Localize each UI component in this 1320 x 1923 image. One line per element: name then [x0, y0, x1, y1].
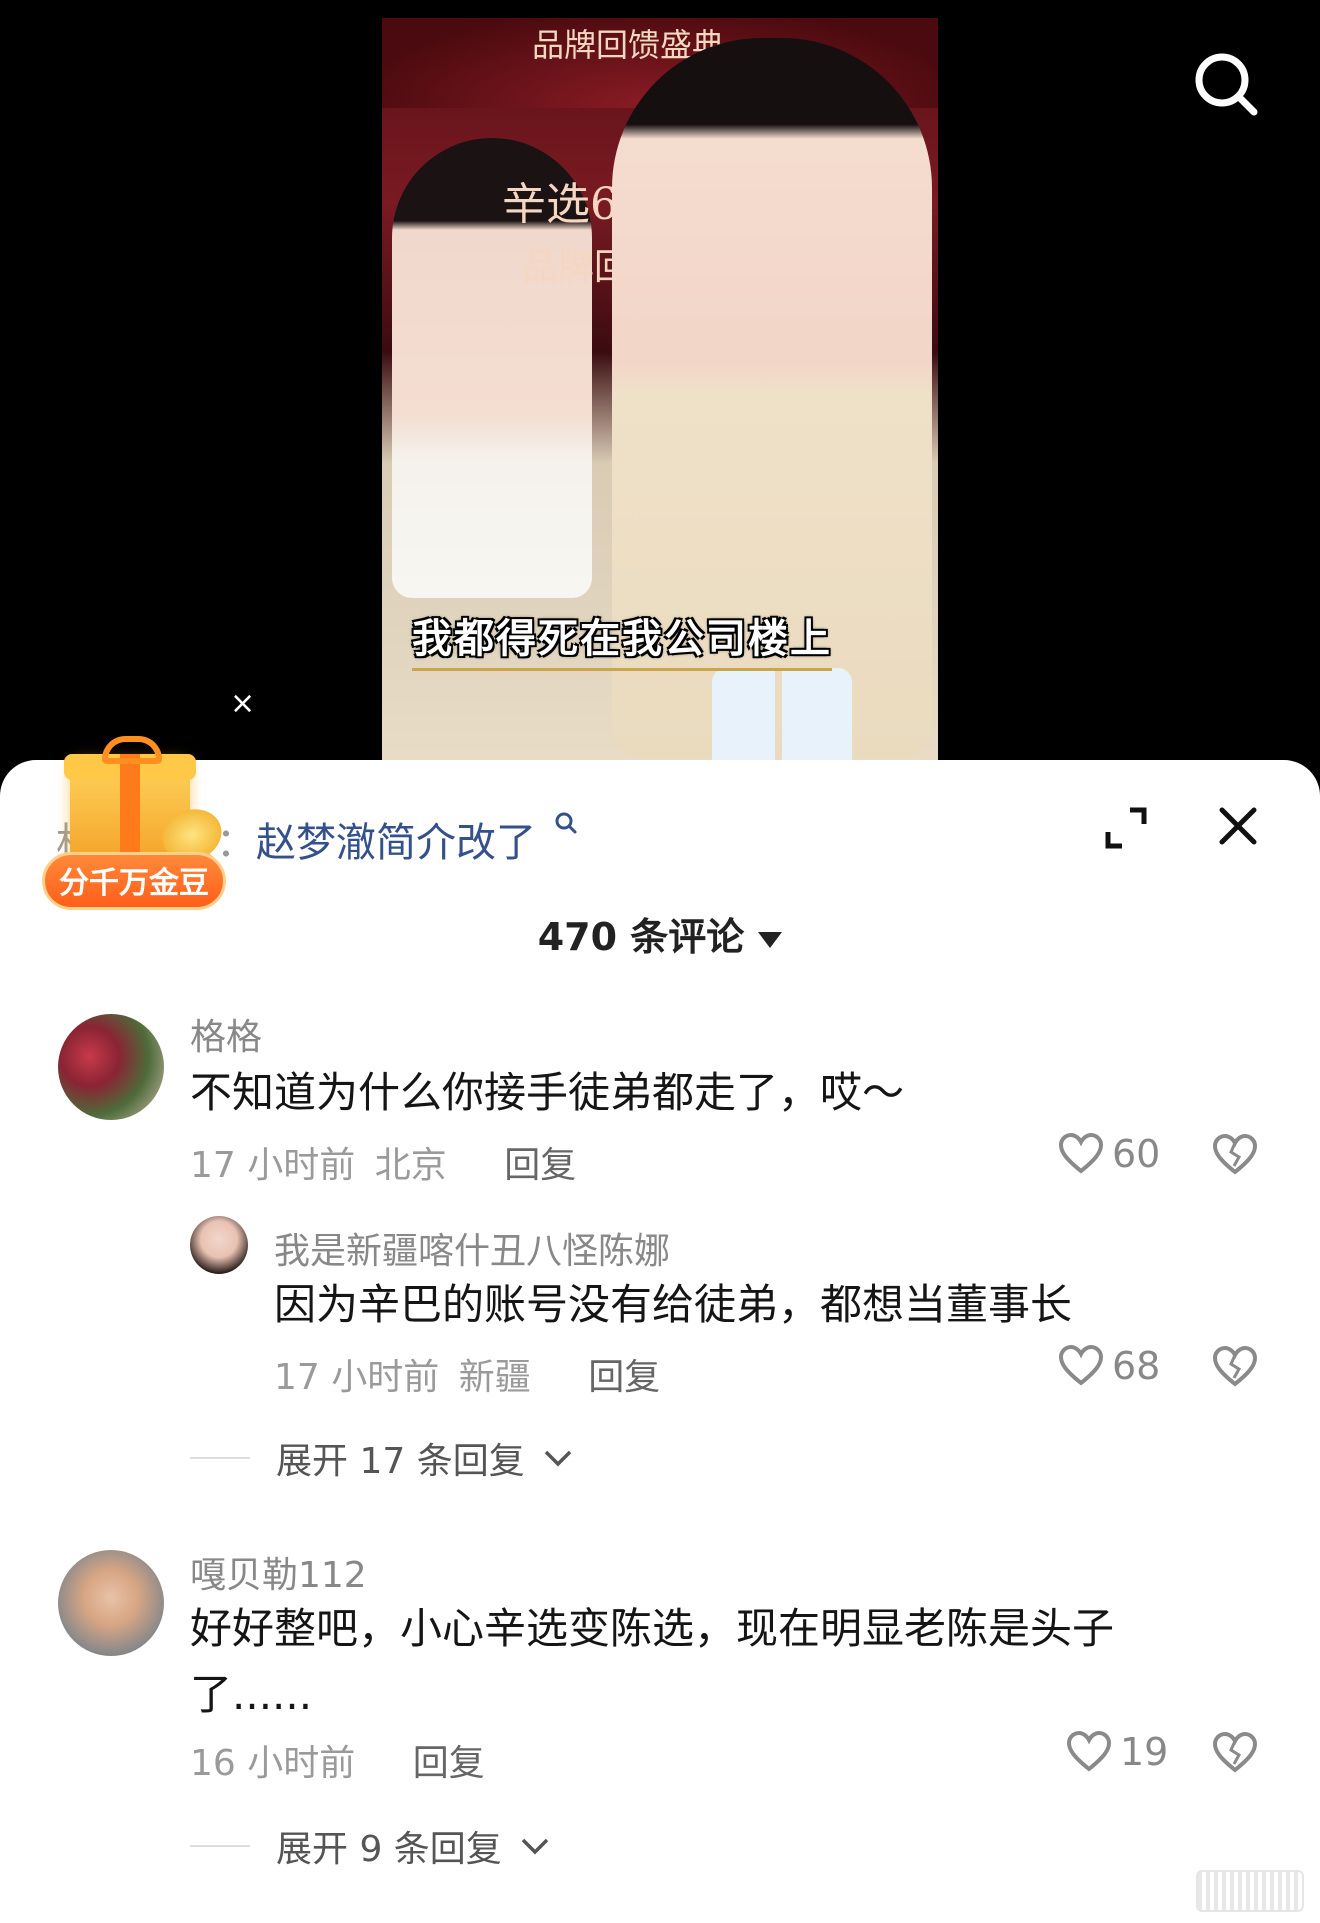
- heart-icon: [1058, 1345, 1104, 1386]
- search-icon[interactable]: [1192, 50, 1262, 120]
- like-count: 19: [1120, 1730, 1169, 1774]
- expand-replies-label: 展开 9 条回复: [276, 1829, 502, 1870]
- comment-text-line2: 了......: [190, 1670, 313, 1719]
- comment-username[interactable]: 格格: [190, 1008, 262, 1060]
- comment-meta: 17 小时前 北京 回复: [190, 1136, 576, 1188]
- gift-label: 分千万金豆: [42, 852, 226, 910]
- reply-time: 17 小时前: [274, 1357, 440, 1398]
- heart-icon: [1058, 1133, 1104, 1174]
- avatar[interactable]: [58, 1014, 164, 1120]
- reply-location: 新疆: [458, 1357, 531, 1398]
- expand-icon[interactable]: [1104, 806, 1148, 850]
- chevron-down-icon: [758, 931, 783, 948]
- related-search-query[interactable]: 赵梦澈简介改了: [256, 820, 536, 866]
- like-button[interactable]: 68: [1058, 1344, 1160, 1388]
- heart-icon: [1066, 1731, 1112, 1772]
- comment-count[interactable]: 470 条评论: [0, 906, 1320, 961]
- comment-time: 16 小时前: [190, 1743, 356, 1784]
- video-area[interactable]: 品牌回馈盛典 辛选618 品牌回馈盛典 我都得死在我公司楼上 ×: [0, 0, 1320, 780]
- reply-avatar[interactable]: [190, 1216, 248, 1274]
- expand-replies-button[interactable]: 展开 9 条回复: [190, 1820, 550, 1872]
- avatar[interactable]: [58, 1550, 164, 1656]
- broken-heart-icon[interactable]: [1212, 1133, 1258, 1180]
- close-small-icon[interactable]: ×: [230, 686, 255, 721]
- gift-ribbon: [120, 754, 140, 860]
- comment-text-line1: 好好整吧，小心辛选变陈选，现在明显老陈是头子: [190, 1604, 1115, 1653]
- close-icon[interactable]: [1214, 802, 1262, 850]
- reply-button[interactable]: 回复: [588, 1357, 660, 1398]
- search-small-icon: [555, 812, 577, 834]
- comment-location: 北京: [374, 1145, 447, 1186]
- like-button[interactable]: 19: [1066, 1730, 1168, 1774]
- like-count: 60: [1112, 1132, 1161, 1176]
- comment-time: 17 小时前: [190, 1145, 356, 1186]
- comment-text: 不知道为什么你接手徒弟都走了，哎～: [190, 1068, 905, 1117]
- divider-line: [190, 1845, 250, 1847]
- watermark: [1196, 1870, 1304, 1912]
- gift-bow: [102, 736, 162, 764]
- video-subtitle: 我都得死在我公司楼上: [412, 606, 832, 671]
- gift-promo[interactable]: 分千万金豆: [42, 736, 232, 920]
- reply-button[interactable]: 回复: [413, 1743, 485, 1784]
- broken-heart-icon[interactable]: [1212, 1731, 1258, 1778]
- video-frame[interactable]: 品牌回馈盛典 辛选618 品牌回馈盛典 我都得死在我公司楼上: [382, 18, 938, 760]
- like-count: 68: [1112, 1344, 1161, 1388]
- chevron-down-icon: [521, 1838, 549, 1855]
- comment-meta: 16 小时前 回复: [190, 1734, 485, 1786]
- expand-replies-label: 展开 17 条回复: [276, 1441, 525, 1482]
- comment-username[interactable]: 嘎贝勒112: [190, 1546, 367, 1598]
- broken-heart-icon[interactable]: [1212, 1345, 1258, 1392]
- divider-line: [190, 1457, 250, 1459]
- comment-count-label: 470 条评论: [537, 915, 745, 959]
- product-bottles: [712, 668, 852, 760]
- expand-replies-button[interactable]: 展开 17 条回复: [190, 1432, 573, 1484]
- reply-meta: 17 小时前 新疆 回复: [274, 1348, 660, 1400]
- reply-text: 因为辛巴的账号没有给徒弟，都想当董事长: [274, 1280, 1073, 1329]
- comment-sheet: 相关搜索：赵梦澈简介改了 分千万金豆 470 条评论 格格 不知道为什么你接手徒…: [0, 736, 1320, 1923]
- chevron-down-icon: [544, 1450, 571, 1467]
- reply-button[interactable]: 回复: [504, 1145, 576, 1186]
- like-button[interactable]: 60: [1058, 1132, 1160, 1176]
- reply-username[interactable]: 我是新疆喀什丑八怪陈娜: [274, 1222, 670, 1274]
